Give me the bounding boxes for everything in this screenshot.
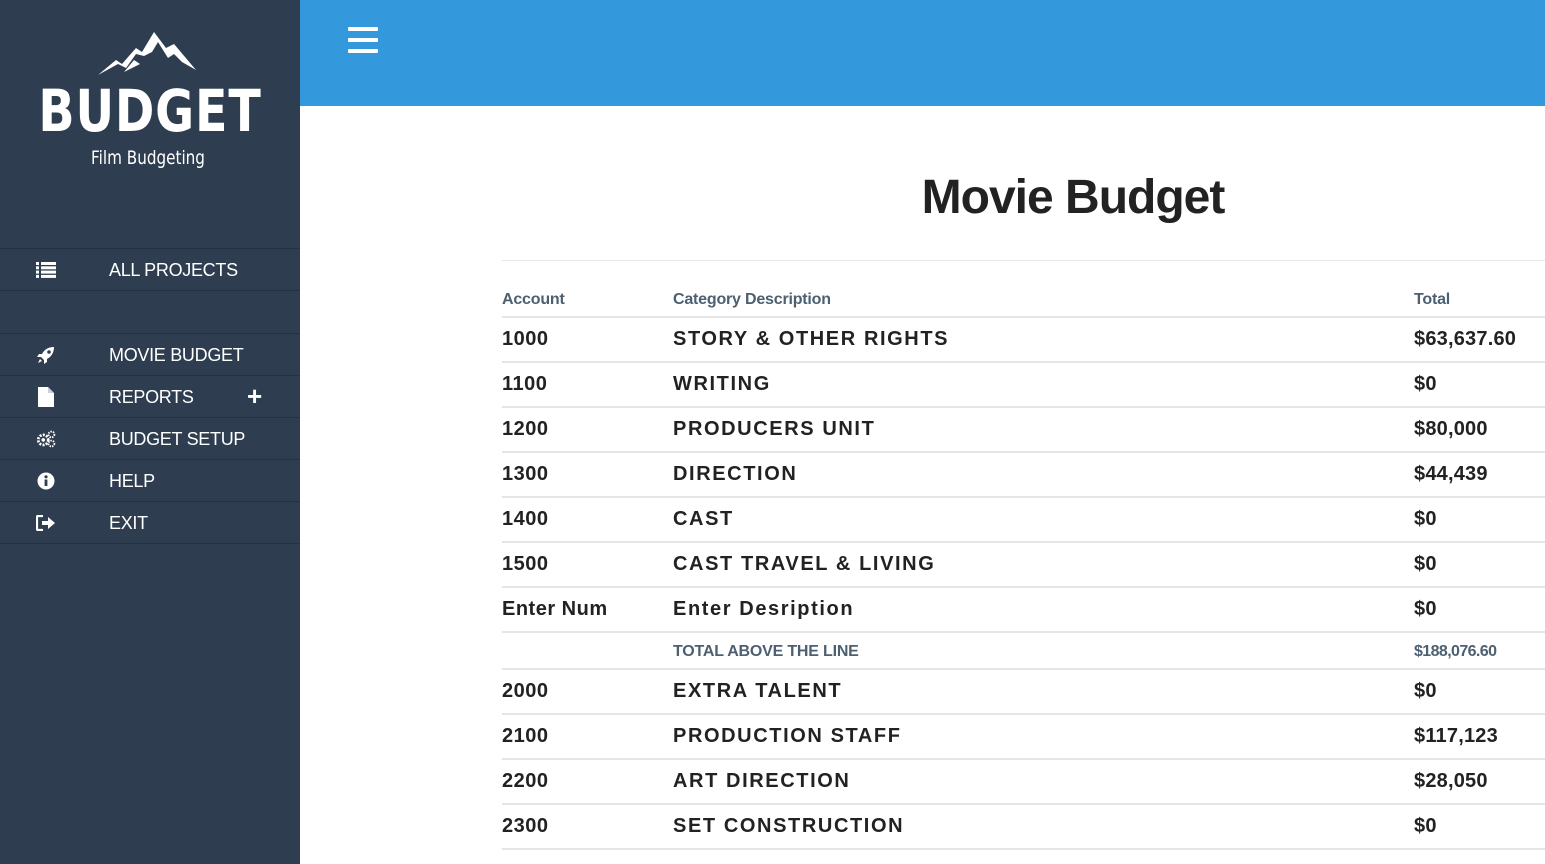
total-cell: $0 [1414,373,1437,395]
description-cell: PRODUCTION STAFF [673,725,902,747]
file-icon [36,387,56,407]
sidebar-item-movie-budget[interactable]: MOVIE BUDGET [0,333,300,375]
account-cell: 1500 [502,553,549,575]
rocket-icon [36,345,56,365]
sidebar-item-label: MOVIE BUDGET [109,345,244,365]
total-cell: $0 [1414,553,1437,575]
table-row[interactable]: 2000 EXTRA TALENT $0 [502,668,1545,713]
table-row[interactable]: 1200 PRODUCERS UNIT $80,000 [502,406,1545,451]
total-cell: $80,000 [1414,418,1488,440]
account-cell: 1200 [502,418,549,440]
account-cell: 1100 [502,373,548,395]
subtotal-row: TOTAL ABOVE THE LINE $188,076.60 [502,631,1545,668]
sidebar: BUDGET Film Budgeting ALL PROJECTS MOVIE… [0,0,300,864]
total-cell: $28,050 [1414,770,1488,792]
table-row[interactable]: 1300 DIRECTION $44,439 [502,451,1545,496]
sidebar-item-label: ALL PROJECTS [109,260,238,280]
brand-tagline: Film Budgeting [91,147,205,169]
description-cell: EXTRA TALENT [673,680,843,702]
title-divider [502,260,1545,261]
description-cell: DIRECTION [673,463,798,485]
sidebar-item-budget-setup[interactable]: BUDGET SETUP [0,417,300,459]
sidebar-item-help[interactable]: HELP [0,459,300,501]
expand-plus-icon[interactable]: + [247,383,262,409]
mountain-icon [98,32,196,75]
page-title: Movie Budget [921,171,1226,224]
account-cell[interactable]: Enter Num [502,598,608,620]
total-cell: $117,123 [1414,725,1498,747]
description-cell: WRITING [673,373,771,395]
description-cell: STORY & OTHER RIGHTS [673,328,950,350]
table-row[interactable]: 2300 SET CONSTRUCTION $0 [502,803,1545,848]
total-cell: $44,439 [1414,463,1488,485]
total-cell: $0 [1414,598,1437,620]
table-row[interactable]: 1100 WRITING $0 [502,361,1545,406]
info-icon [36,471,56,491]
table-row[interactable]: 2100 PRODUCTION STAFF $117,123 [502,713,1545,758]
total-cell: $63,637.60 [1414,328,1517,350]
table-row-new-entry[interactable]: Enter Num Enter Desription $0 [502,586,1545,631]
brand-name: BUDGET [38,77,262,145]
sidebar-item-label: EXIT [109,513,148,533]
sidebar-item-label: HELP [109,471,155,491]
sidebar-divider [0,290,300,291]
gears-icon [36,429,56,449]
sidebar-item-all-projects[interactable]: ALL PROJECTS [0,248,300,290]
table-row[interactable]: 1400 CAST $0 [502,496,1545,541]
subtotal-label: TOTAL ABOVE THE LINE [673,643,859,660]
table-row[interactable] [502,848,1545,864]
sidebar-divider [0,543,300,544]
account-cell: 2100 [502,725,549,747]
account-cell: 2300 [502,815,549,837]
description-cell: CAST [673,508,734,530]
account-cell: 1400 [502,508,549,530]
column-header-description: Category Description [673,291,831,308]
sidebar-item-reports[interactable]: REPORTS + [0,375,300,417]
subtotal-value: $188,076.60 [1414,643,1497,660]
account-cell: 1300 [502,463,549,485]
sign-out-icon [36,513,56,533]
column-header-account: Account [502,291,565,308]
column-header-total: Total [1414,291,1451,308]
account-cell: 1000 [502,328,549,350]
description-cell: PRODUCERS UNIT [673,418,876,440]
description-cell[interactable]: Enter Desription [673,598,854,620]
brand-logo[interactable]: BUDGET Film Budgeting [0,0,300,200]
table-row[interactable]: 1500 CAST TRAVEL & LIVING $0 [502,541,1545,586]
description-cell: CAST TRAVEL & LIVING [673,553,936,575]
table-row[interactable]: 1000 STORY & OTHER RIGHTS $63,637.60 [502,316,1545,361]
sidebar-item-exit[interactable]: EXIT [0,501,300,543]
list-icon [36,260,56,280]
description-cell: ART DIRECTION [673,770,851,792]
hamburger-icon[interactable] [348,27,380,53]
sidebar-item-label: BUDGET SETUP [109,429,246,449]
total-cell: $0 [1414,508,1437,530]
table-row[interactable]: 2200 ART DIRECTION $28,050 [502,758,1545,803]
description-cell: SET CONSTRUCTION [673,815,905,837]
top-bar [300,0,1545,106]
total-cell: $0 [1414,680,1437,702]
account-cell: 2200 [502,770,549,792]
total-cell: $0 [1414,815,1437,837]
account-cell: 2000 [502,680,549,702]
sidebar-item-label: REPORTS [109,387,194,407]
